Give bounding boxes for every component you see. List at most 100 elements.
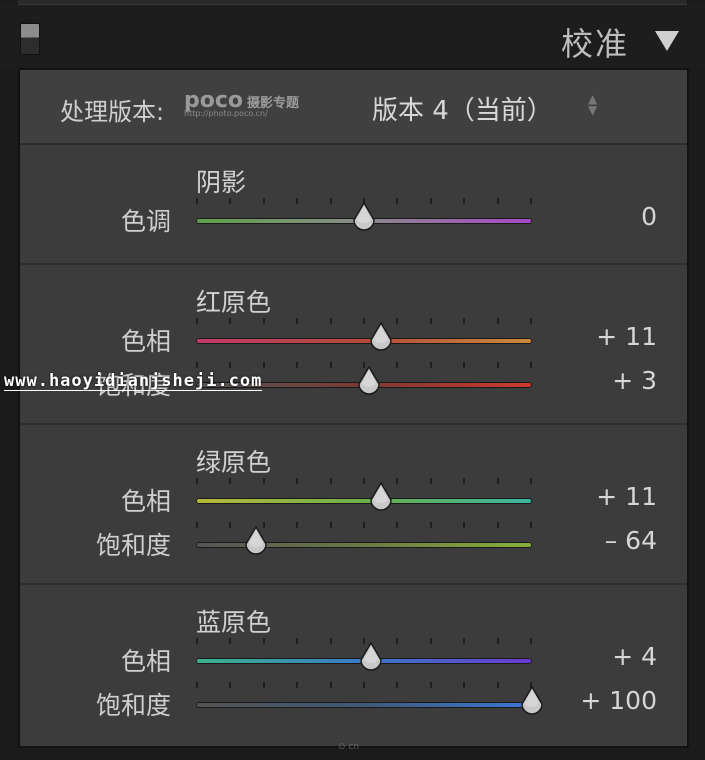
slider-thumb[interactable] bbox=[358, 641, 384, 672]
panel-header[interactable]: 校准 bbox=[0, 5, 705, 67]
slider-tick bbox=[496, 362, 499, 368]
slider-row: 色调 0 bbox=[20, 198, 687, 238]
slider-tick bbox=[530, 318, 532, 324]
slider-thumb[interactable] bbox=[356, 365, 382, 396]
slider-tick bbox=[530, 478, 532, 484]
slider-tick bbox=[463, 318, 466, 324]
slider-tick bbox=[329, 638, 332, 644]
slider-tick bbox=[329, 682, 332, 688]
slider-label: 色相 bbox=[120, 327, 171, 356]
slider-row: 色相 + 4 bbox=[20, 638, 687, 678]
process-version-row: 处理版本: poco 摄影专题 http://photo.poco.cn/ 版本 … bbox=[20, 70, 687, 145]
slider-tick bbox=[463, 362, 466, 368]
slider-tick bbox=[329, 478, 332, 484]
slider-tick bbox=[496, 682, 499, 688]
slider-tick bbox=[329, 362, 332, 368]
slider-tick bbox=[396, 362, 399, 368]
slider-tick bbox=[229, 522, 232, 528]
slider-tick bbox=[196, 362, 198, 368]
slider-tick bbox=[296, 522, 299, 528]
slider-tick bbox=[363, 522, 365, 528]
slider-label: 色相 bbox=[120, 487, 171, 516]
slider-tick bbox=[229, 638, 232, 644]
slider-tick bbox=[396, 318, 399, 324]
slider-thumb[interactable] bbox=[368, 481, 394, 512]
slider-tick bbox=[463, 478, 466, 484]
slider-tick bbox=[429, 682, 432, 688]
slider-tick bbox=[496, 522, 499, 528]
slider-value[interactable]: + 100 bbox=[580, 686, 657, 715]
section-shadows: 阴影 色调 0 bbox=[20, 143, 687, 265]
poco-logo: poco 摄影专题 http://photo.poco.cn/ bbox=[184, 88, 299, 118]
section-title: 阴影 bbox=[196, 168, 247, 197]
slider-thumb[interactable] bbox=[243, 525, 269, 556]
slider-tick bbox=[229, 362, 232, 368]
slider-row: 饱和度 – 64 bbox=[20, 522, 687, 562]
slider-label: 饱和度 bbox=[95, 691, 171, 720]
collapse-triangle-icon[interactable] bbox=[655, 31, 679, 51]
slider-track[interactable] bbox=[196, 702, 532, 708]
watermark-text: www.haoyidianjsheji.com bbox=[4, 371, 263, 391]
slider-tick bbox=[496, 478, 499, 484]
slider-tick bbox=[296, 478, 299, 484]
slider-ticks bbox=[196, 682, 532, 692]
slider-tick bbox=[530, 522, 532, 528]
slider-tick bbox=[463, 522, 466, 528]
process-version-label: 处理版本: bbox=[60, 98, 165, 126]
up-down-arrows-icon[interactable]: ▲ ▼ bbox=[588, 93, 597, 116]
slider-tick bbox=[296, 682, 299, 688]
slider-tick bbox=[496, 318, 499, 324]
slider-tick bbox=[396, 198, 399, 204]
slider-tick bbox=[530, 362, 532, 368]
slider-tick bbox=[396, 682, 399, 688]
slider-tick bbox=[496, 198, 499, 204]
panel-switch-toggle[interactable] bbox=[20, 23, 40, 55]
slider-thumb[interactable] bbox=[368, 321, 394, 352]
slider-label: 色相 bbox=[120, 647, 171, 676]
slider-tick bbox=[229, 682, 232, 688]
slider-value[interactable]: + 11 bbox=[596, 322, 657, 351]
slider-tick bbox=[429, 318, 432, 324]
slider-track[interactable] bbox=[196, 338, 532, 344]
slider-label: 饱和度 bbox=[95, 531, 171, 560]
slider-tick bbox=[363, 478, 365, 484]
slider-tick bbox=[396, 478, 399, 484]
slider-value[interactable]: + 3 bbox=[612, 366, 657, 395]
slider-tick bbox=[262, 682, 265, 688]
slider-tick bbox=[196, 198, 198, 204]
slider-track[interactable] bbox=[196, 498, 532, 504]
slider-value[interactable]: + 4 bbox=[612, 642, 657, 671]
slider-tick bbox=[429, 478, 432, 484]
slider-value[interactable]: – 64 bbox=[605, 526, 657, 555]
slider-tick bbox=[262, 638, 265, 644]
slider-thumb[interactable] bbox=[351, 201, 377, 232]
slider-tick bbox=[463, 682, 466, 688]
slider-tick bbox=[429, 198, 432, 204]
slider-thumb[interactable] bbox=[519, 685, 545, 716]
section-title: 蓝原色 bbox=[196, 608, 272, 637]
slider-ticks bbox=[196, 318, 532, 328]
slider-tick bbox=[329, 318, 332, 324]
slider-tick bbox=[363, 682, 365, 688]
slider-tick bbox=[530, 198, 532, 204]
slider-tick bbox=[196, 478, 198, 484]
slider-tick bbox=[429, 522, 432, 528]
slider-tick bbox=[196, 318, 198, 324]
slider-tick bbox=[262, 362, 265, 368]
slider-value[interactable]: 0 bbox=[641, 202, 657, 231]
slider-tick bbox=[363, 318, 365, 324]
process-version-select[interactable]: 版本 4（当前） bbox=[372, 90, 553, 127]
slider-tick bbox=[463, 638, 466, 644]
slider-tick bbox=[429, 362, 432, 368]
slider-tick bbox=[229, 198, 232, 204]
slider-ticks bbox=[196, 478, 532, 488]
slider-tick bbox=[396, 638, 399, 644]
slider-tick bbox=[463, 198, 466, 204]
slider-label: 色调 bbox=[120, 207, 171, 236]
slider-tick bbox=[396, 522, 399, 528]
slider-tick bbox=[496, 638, 499, 644]
slider-value[interactable]: + 11 bbox=[596, 482, 657, 511]
section-red-primary: 红原色 色相 + 11 饱和度 + 3 bbox=[20, 263, 687, 425]
slider-tick bbox=[296, 362, 299, 368]
section-title: 红原色 bbox=[196, 288, 272, 317]
